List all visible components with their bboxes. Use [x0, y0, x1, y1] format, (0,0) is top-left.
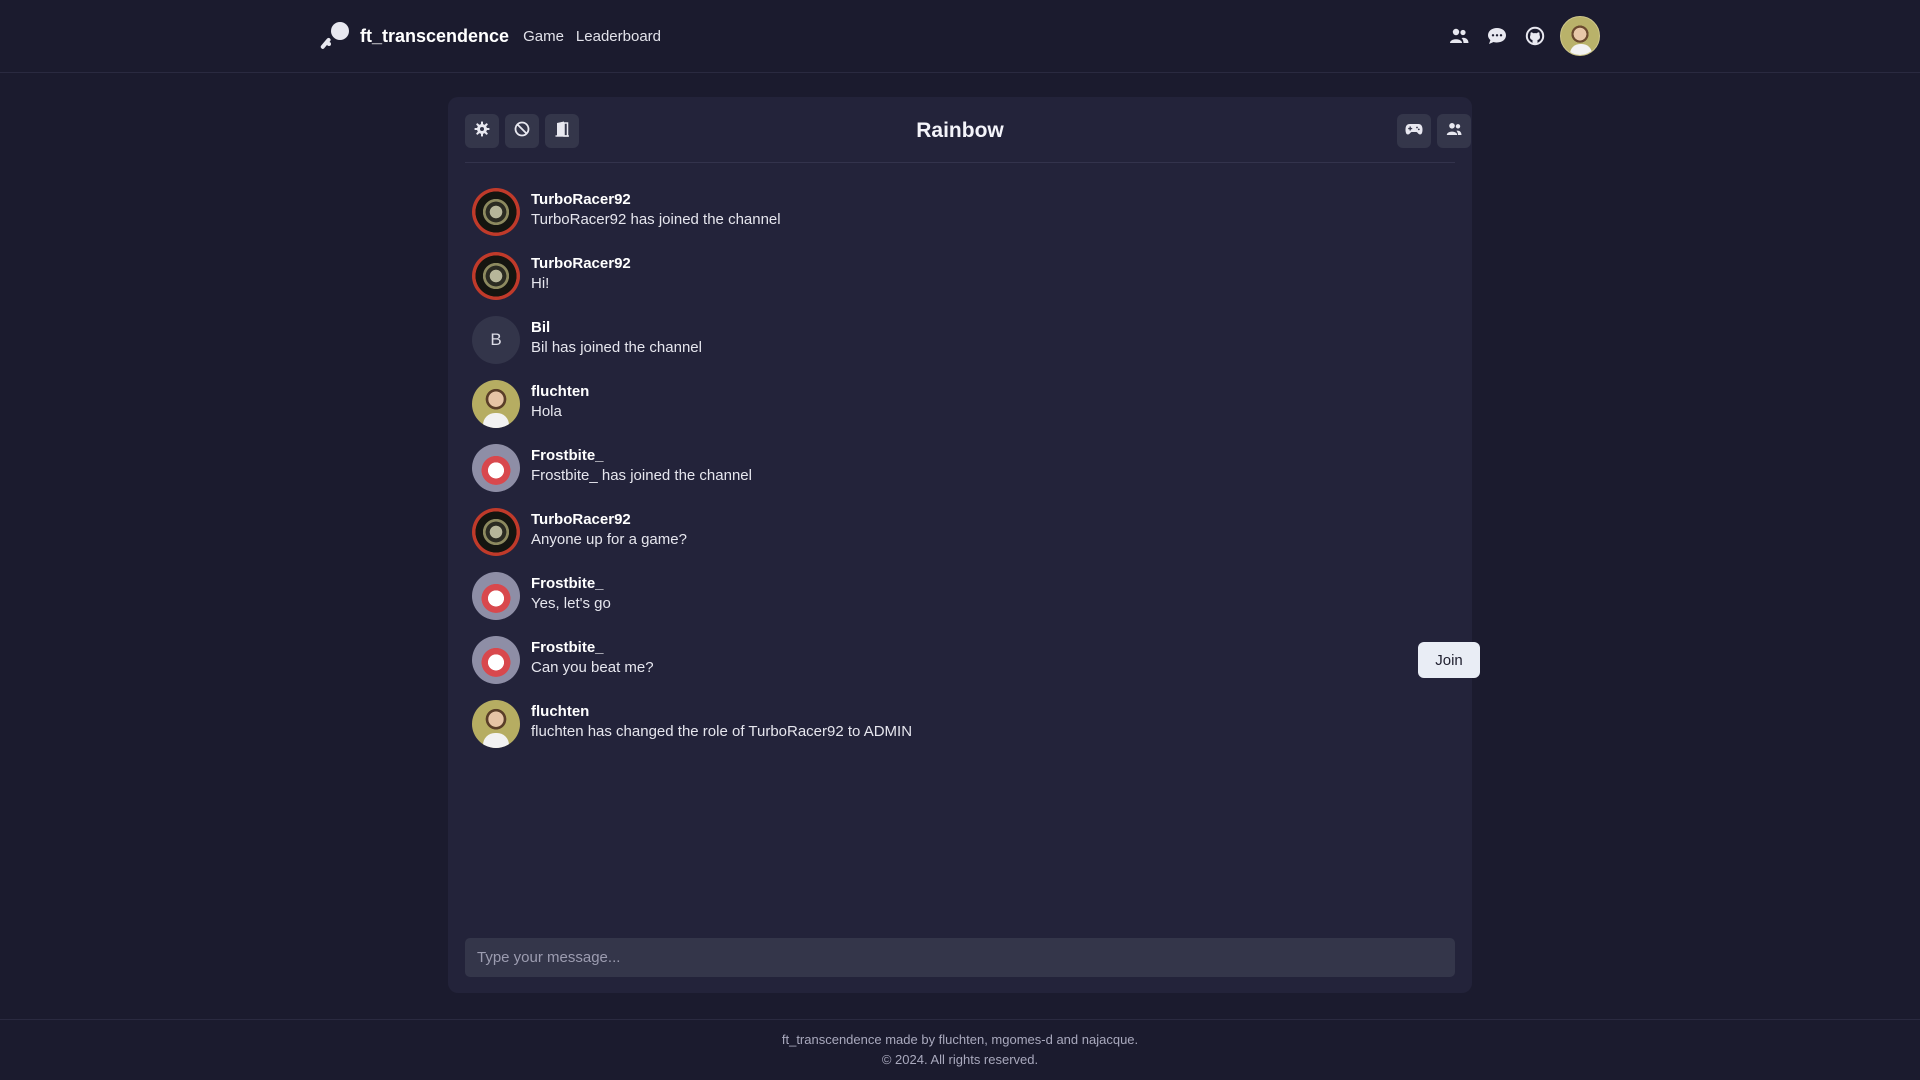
- author-avatar[interactable]: [472, 700, 520, 748]
- message-item: TurboRacer92 Hi!: [472, 252, 1448, 316]
- leave-door-icon: [554, 121, 570, 142]
- message-item: TurboRacer92 Anyone up for a game?: [472, 508, 1448, 572]
- author-avatar[interactable]: [472, 636, 520, 684]
- author-avatar[interactable]: [472, 188, 520, 236]
- chat-panel: Rainbow TurboRacer92 TurboRacer92 has jo…: [448, 97, 1480, 993]
- ban-icon: [514, 121, 530, 142]
- message-text: Hi!: [531, 275, 550, 292]
- members-icon: [1446, 122, 1462, 141]
- author-name[interactable]: fluchten: [531, 703, 589, 720]
- message-item: TurboRacer92 TurboRacer92 has joined the…: [472, 188, 1448, 252]
- nav-link-game[interactable]: Game: [523, 28, 564, 45]
- footer-copyright: © 2024. All rights reserved.: [881, 1052, 1039, 1067]
- user-avatar[interactable]: [1560, 16, 1600, 56]
- message-item: B Bil Bil has joined the channel: [472, 316, 1448, 380]
- message-list: TurboRacer92 TurboRacer92 has joined the…: [472, 188, 1480, 764]
- message-item: Frostbite_ Yes, let's go: [472, 572, 1448, 636]
- message-text: fluchten has changed the role of TurboRa…: [531, 723, 913, 740]
- author-avatar[interactable]: [472, 252, 520, 300]
- author-name[interactable]: TurboRacer92: [531, 511, 631, 528]
- friends-icon[interactable]: [1440, 17, 1478, 55]
- message-text: Frostbite_ has joined the channel: [531, 467, 752, 484]
- ping-pong-paddle-icon[interactable]: [320, 20, 352, 52]
- chat-bubble-icon[interactable]: [1478, 17, 1516, 55]
- header-actions: [1440, 16, 1600, 56]
- message-text: TurboRacer92 has joined the channel: [531, 211, 781, 228]
- message-text: Can you beat me?: [531, 659, 654, 676]
- message-item: Frostbite_ Frostbite_ has joined the cha…: [472, 444, 1448, 508]
- message-input[interactable]: [465, 938, 1455, 977]
- author-avatar[interactable]: [472, 508, 520, 556]
- author-avatar[interactable]: [472, 444, 520, 492]
- message-item: fluchten Hola: [472, 380, 1448, 444]
- channel-members-button[interactable]: [1437, 114, 1471, 148]
- author-avatar[interactable]: B: [472, 316, 520, 364]
- footer: ft_transcendence made by fluchten, mgome…: [0, 1019, 1920, 1080]
- ban-list-button[interactable]: [505, 114, 539, 148]
- channel-title: Rainbow: [916, 119, 1004, 142]
- author-name[interactable]: TurboRacer92: [531, 255, 631, 272]
- nav-link-leaderboard[interactable]: Leaderboard: [576, 28, 661, 45]
- message-item: Frostbite_ Can you beat me? Join: [472, 636, 1480, 700]
- brand-name[interactable]: ft_transcendence: [360, 26, 509, 47]
- settings-gear-icon: [474, 121, 490, 142]
- author-name[interactable]: Frostbite_: [531, 447, 604, 464]
- brand: ft_transcendence Game Leaderboard: [320, 20, 673, 52]
- top-navbar: ft_transcendence Game Leaderboard: [0, 0, 1920, 73]
- chat-header: Rainbow: [465, 114, 1471, 163]
- author-name[interactable]: fluchten: [531, 383, 589, 400]
- author-name[interactable]: TurboRacer92: [531, 191, 631, 208]
- author-avatar[interactable]: [472, 572, 520, 620]
- leave-channel-button[interactable]: [545, 114, 579, 148]
- message-item: fluchten fluchten has changed the role o…: [472, 700, 1448, 764]
- message-text: Hola: [531, 403, 562, 420]
- avatar-initial: B: [490, 330, 502, 349]
- message-text: Anyone up for a game?: [531, 531, 687, 548]
- message-text: Bil has joined the channel: [531, 339, 702, 356]
- message-text: Yes, let's go: [531, 595, 611, 612]
- author-name[interactable]: Frostbite_: [531, 639, 604, 656]
- author-avatar[interactable]: [472, 380, 520, 428]
- invite-to-game-button[interactable]: [1397, 114, 1431, 148]
- author-name[interactable]: Bil: [531, 319, 550, 336]
- footer-credits: ft_transcendence made by fluchten, mgome…: [781, 1032, 1139, 1047]
- github-icon[interactable]: [1516, 17, 1554, 55]
- channel-settings-button[interactable]: [465, 114, 499, 148]
- author-name[interactable]: Frostbite_: [531, 575, 604, 592]
- gamepad-icon: [1405, 122, 1423, 141]
- join-game-button[interactable]: Join: [1418, 642, 1480, 678]
